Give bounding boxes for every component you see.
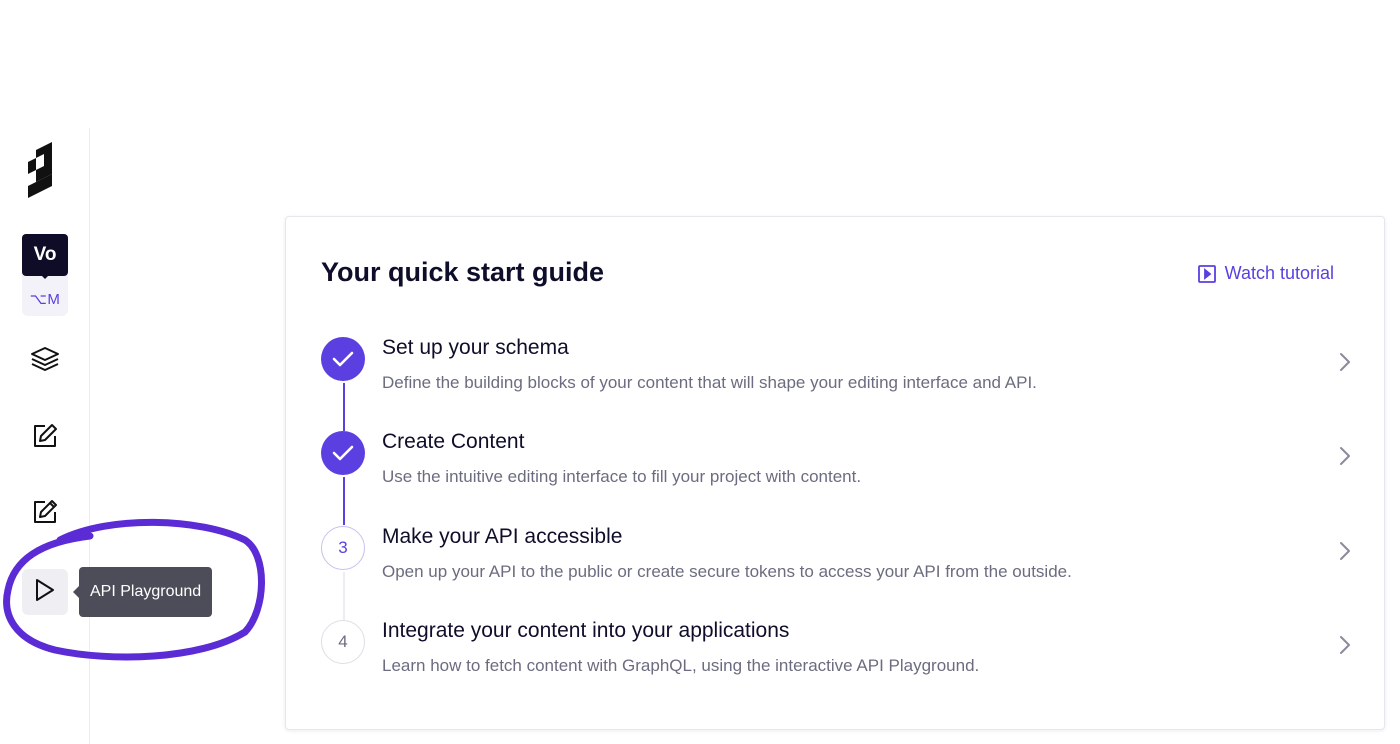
avatar-notch (40, 274, 50, 279)
play-icon (34, 578, 56, 607)
tooltip-text: API Playground (90, 583, 202, 600)
sidebar-item-content-editing[interactable] (22, 491, 68, 537)
project-switcher[interactable]: Vo ⌥M (22, 234, 68, 316)
page-title: Your quick start guide (321, 257, 605, 287)
layers-icon (30, 346, 60, 377)
step-title: Make your API accessible (382, 525, 623, 548)
guide-step-integrate[interactable]: 4 Integrate your content into your appli… (321, 618, 1351, 698)
watch-tutorial-link[interactable]: Watch tutorial (1197, 263, 1334, 284)
chevron-right-icon (1339, 446, 1351, 471)
hygraph-logo-icon[interactable] (28, 142, 62, 198)
chevron-right-icon (1339, 352, 1351, 377)
guide-step-schema[interactable]: Set up your schema Define the building b… (321, 335, 1351, 415)
sidebar: Vo ⌥M (0, 128, 90, 744)
step-title: Create Content (382, 430, 525, 453)
quick-start-card: Your quick start guide Watch tutorial Se… (285, 216, 1385, 730)
step-complete-check-icon (321, 431, 365, 475)
sidebar-item-content[interactable] (22, 415, 68, 461)
api-playground-tooltip: API Playground (73, 567, 213, 617)
guide-step-api-access[interactable]: 3 Make your API accessible Open up your … (321, 524, 1351, 604)
edit-icon (31, 422, 59, 455)
sidebar-item-schema[interactable] (22, 338, 68, 384)
step-description: Open up your API to the public or create… (382, 562, 1072, 581)
sidebar-item-api-playground[interactable] (22, 569, 68, 615)
step-description: Use the intuitive editing interface to f… (382, 467, 862, 486)
step-description: Learn how to fetch content with GraphQL,… (382, 656, 980, 675)
edit-pencil-icon (31, 498, 59, 531)
guide-step-content[interactable]: Create Content Use the intuitive editing… (321, 429, 1351, 509)
step-title: Integrate your content into your applica… (382, 619, 790, 642)
step-complete-check-icon (321, 337, 365, 381)
step-number: 4 (321, 620, 365, 664)
watch-tutorial-label: Watch tutorial (1224, 263, 1334, 283)
step-description: Define the building blocks of your conte… (382, 373, 1037, 392)
tooltip-arrow (73, 586, 79, 598)
step-number: 3 (321, 526, 365, 570)
step-title: Set up your schema (382, 336, 569, 359)
chevron-right-icon (1339, 635, 1351, 660)
environment-label: ⌥M (29, 291, 61, 308)
video-play-icon (1197, 264, 1216, 283)
project-avatar[interactable]: Vo (22, 234, 68, 276)
project-avatar-text: Vo (33, 244, 57, 265)
chevron-right-icon (1339, 541, 1351, 566)
